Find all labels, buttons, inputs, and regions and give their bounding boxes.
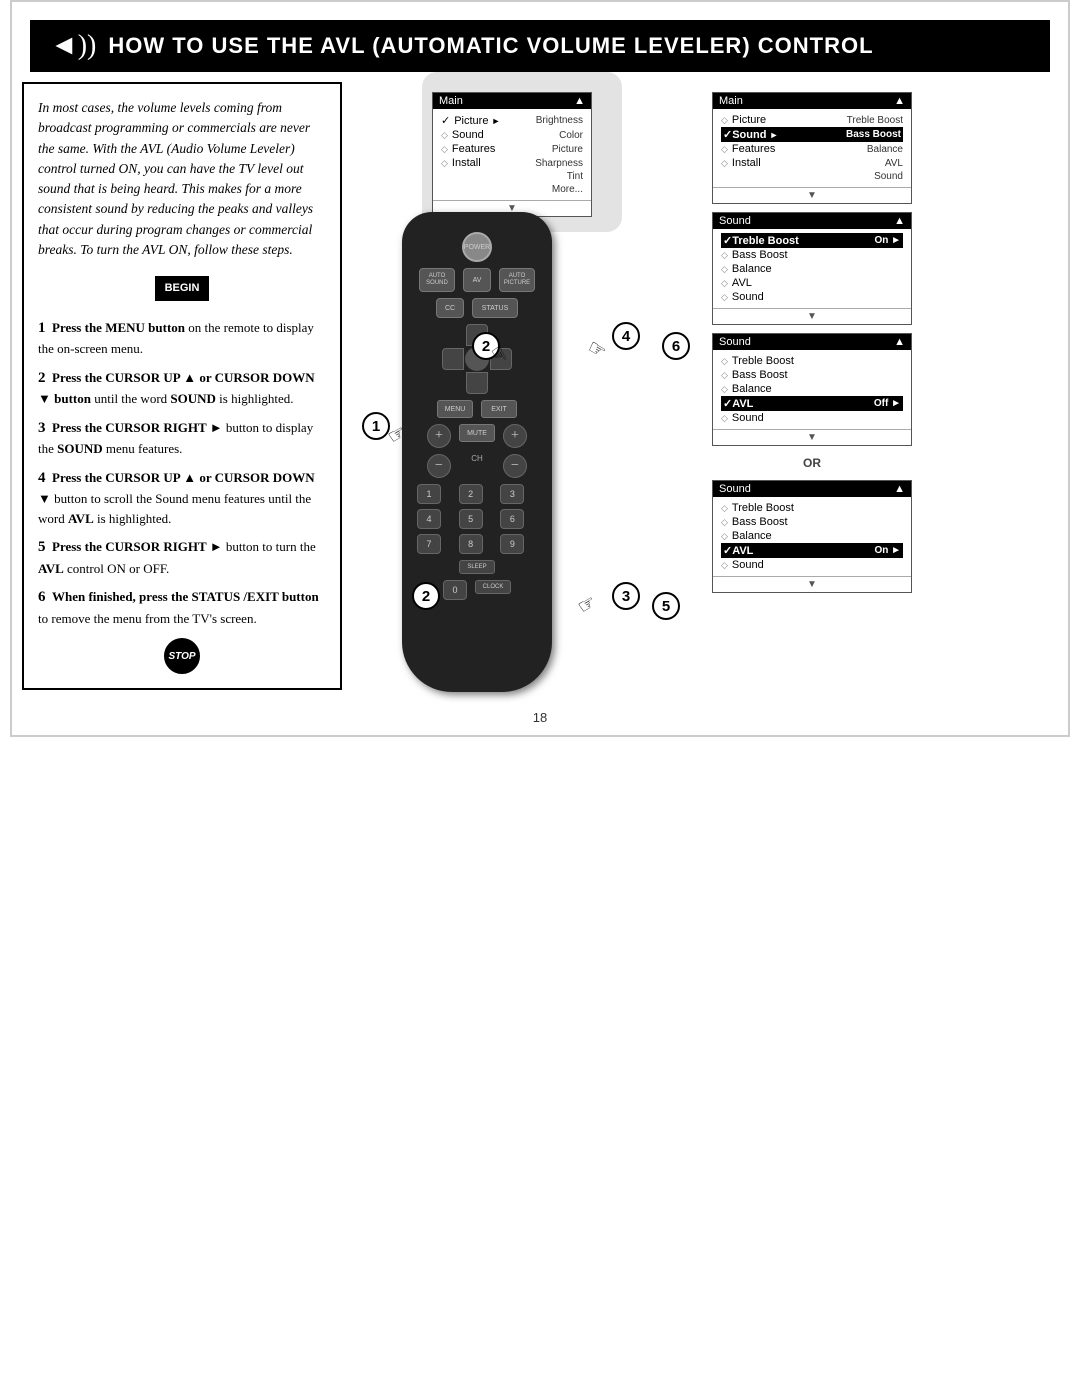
page-border: ◄)) How to Use the AVL (Automatic Volume…	[10, 0, 1070, 737]
menu1-header-arrow: ▲	[574, 95, 585, 107]
step-circle-3: 3	[612, 582, 640, 610]
num-8[interactable]: 8	[459, 534, 483, 554]
menu-row: ◇Features Picture	[441, 142, 583, 156]
ch-minus[interactable]: −	[503, 454, 527, 478]
num-3[interactable]: 3	[500, 484, 524, 504]
menu-row: ◇Install AVL	[721, 156, 903, 170]
page-number: 18	[12, 710, 1068, 725]
page-header: ◄)) How to Use the AVL (Automatic Volume…	[30, 20, 1050, 72]
num-6[interactable]: 6	[500, 509, 524, 529]
exit-btn[interactable]: EXIT	[481, 400, 517, 418]
num-5[interactable]: 5	[459, 509, 483, 529]
center-area: Main ▲ ✓Picture ► Brightness ◇Sound Colo…	[342, 82, 712, 690]
step-5: 5 Press the CURSOR RIGHT ► button to tur…	[38, 536, 326, 578]
page-title: How to Use the AVL (Automatic Volume Lev…	[108, 33, 873, 59]
dpad-down[interactable]	[466, 372, 488, 394]
menu-row: Sound	[721, 170, 903, 183]
step-circle-2b: 2	[412, 582, 440, 610]
menu1-header-label: Main	[439, 95, 463, 107]
av-btn[interactable]: AV	[463, 268, 491, 292]
zero-btn[interactable]: 0	[443, 580, 467, 600]
mute-btn[interactable]: MUTE	[459, 424, 495, 442]
speaker-icon: ◄))	[50, 30, 96, 62]
menu-row-treble: ✓Treble Boost On ►	[721, 233, 903, 248]
main-layout: In most cases, the volume levels coming …	[12, 72, 1068, 700]
sound-menu-2: Sound ▲ ◇Treble Boost ◇Bass Boost ◇Balan…	[712, 333, 912, 446]
step-3: 3 Press the CURSOR RIGHT ► button to dis…	[38, 417, 326, 459]
menu-row: Tint	[441, 170, 583, 183]
menu-row: ◇Balance	[721, 382, 903, 396]
menu-row: ◇Bass Boost	[721, 368, 903, 382]
num-1[interactable]: 1	[417, 484, 441, 504]
step-circle-5: 5	[652, 592, 680, 620]
menu-btn[interactable]: MENU	[437, 400, 473, 418]
ch-label: CH	[459, 454, 495, 478]
hand-pointer-3: ☞	[573, 589, 601, 620]
left-panel: In most cases, the volume levels coming …	[22, 82, 342, 690]
or-label: OR	[712, 454, 912, 472]
num-9[interactable]: 9	[500, 534, 524, 554]
step-4: 4 Press the CURSOR UP ▲ or CURSOR DOWN ▼…	[38, 467, 326, 529]
dpad-left[interactable]	[442, 348, 464, 370]
auto-picture-btn[interactable]: AUTOPICTURE	[499, 268, 535, 292]
num-2[interactable]: 2	[459, 484, 483, 504]
menu-row: ◇AVL	[721, 276, 903, 290]
num-7[interactable]: 7	[417, 534, 441, 554]
numpad: 1 2 3 4 5 6 7 8 9	[417, 484, 537, 554]
menu-row: ◇Features Balance	[721, 142, 903, 156]
status-btn[interactable]: STATUS	[472, 298, 518, 318]
remote-illustration: POWER AUTOSOUND AV AUTOPICTURE	[402, 212, 552, 692]
main-menu-1: Main ▲ ✓Picture ► Brightness ◇Sound Colo…	[432, 92, 592, 217]
intro-text: In most cases, the volume levels coming …	[38, 98, 326, 260]
power-btn[interactable]: POWER	[462, 232, 492, 262]
sound-menu-1: Sound ▲ ✓Treble Boost On ► ◇Bass Boost ◇…	[712, 212, 912, 325]
menu-row: ◇Sound Color	[441, 128, 583, 142]
menu-row: ◇Sound	[721, 558, 903, 572]
begin-wrap: BEGIN	[38, 270, 326, 307]
sleep-btn[interactable]: SLEEP	[459, 560, 495, 574]
clock-btn[interactable]: CLOCK	[475, 580, 511, 594]
remote-shell: POWER AUTOSOUND AV AUTOPICTURE	[402, 212, 552, 692]
sound-menu-3: Sound ▲ ◇Treble Boost ◇Bass Boost ◇Balan…	[712, 480, 912, 593]
menu-row: ◇Treble Boost	[721, 501, 903, 515]
step-circle-6: 6	[662, 332, 690, 360]
vol-minus[interactable]: −	[427, 454, 451, 478]
num-4[interactable]: 4	[417, 509, 441, 529]
main-menu-2: Main ▲ ◇Picture Treble Boost ✓Sound ► Ba…	[712, 92, 912, 204]
step-6: 6 When finished, press the STATUS /EXIT …	[38, 586, 326, 628]
menu-row: ◇Bass Boost	[721, 515, 903, 529]
cc-btn[interactable]: CC	[436, 298, 464, 318]
menu-row: ◇Treble Boost	[721, 354, 903, 368]
step-circle-4: 4	[612, 322, 640, 350]
menu-row: ◇Bass Boost	[721, 248, 903, 262]
step-2: 2 Press the CURSOR UP ▲ or CURSOR DOWN ▼…	[38, 367, 326, 409]
menu-row-selected: ✓Sound ► Bass Boost	[721, 127, 903, 142]
ch-plus[interactable]: +	[503, 424, 527, 448]
menu-row: More...	[441, 183, 583, 196]
vol-plus[interactable]: +	[427, 424, 451, 448]
begin-badge: BEGIN	[155, 276, 210, 301]
menu-row: ◇Install Sharpness	[441, 156, 583, 170]
right-menus: Main ▲ ◇Picture Treble Boost ✓Sound ► Ba…	[712, 82, 912, 690]
menu-row: ✓Picture ► Brightness	[441, 113, 583, 128]
menu-row: ◇Sound	[721, 411, 903, 425]
menu-row: ◇Sound	[721, 290, 903, 304]
hand-pointer-4: ☞	[583, 334, 611, 365]
menu-row-avl-off: ✓AVL Off ►	[721, 396, 903, 411]
auto-sound-btn[interactable]: AUTOSOUND	[419, 268, 455, 292]
step-1: 1 Press the MENU button on the remote to…	[38, 317, 326, 359]
menu-row-avl-on: ✓AVL On ►	[721, 543, 903, 558]
stop-badge: STOP	[38, 638, 326, 674]
menu-row: ◇Balance	[721, 262, 903, 276]
menu-row: ◇Picture Treble Boost	[721, 113, 903, 127]
menu-row: ◇Balance	[721, 529, 903, 543]
